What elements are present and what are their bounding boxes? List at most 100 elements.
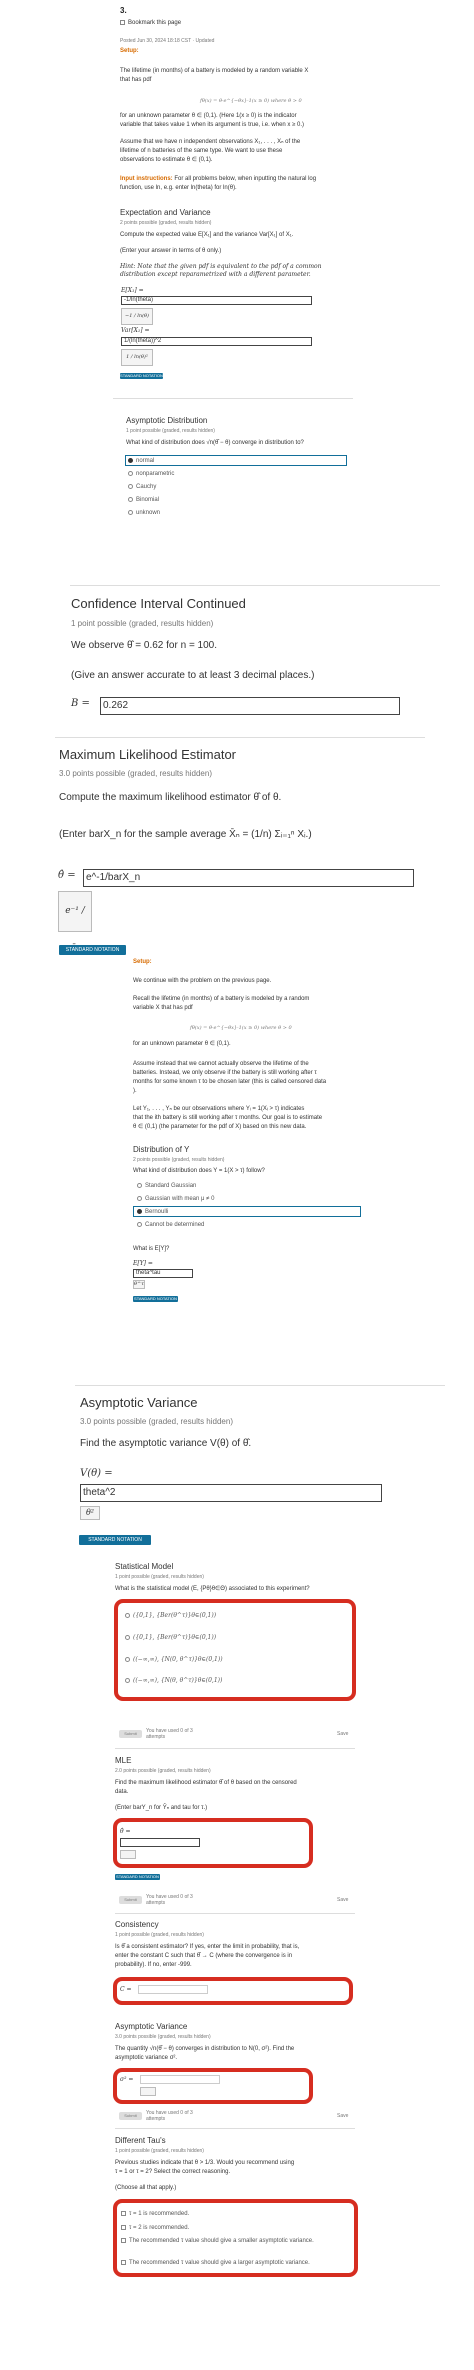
setup-label: Setup: <box>120 48 139 54</box>
ex-input[interactable]: -1/ln(theta) <box>121 296 312 305</box>
radio-option[interactable]: Cannot be determined <box>137 1221 204 1229</box>
paragraph: observations to estimate θ ∈ (0,1). <box>120 157 213 163</box>
radio-option[interactable]: normal <box>128 457 154 465</box>
points-text: 1 point possible (graded, results hidden… <box>71 619 214 628</box>
points-text: 2.0 points possible (graded, results hid… <box>115 1768 211 1774</box>
radio-option[interactable]: Standard Gaussian <box>137 1182 196 1190</box>
standard-notation-button[interactable]: STANDARD NOTATION <box>115 1874 160 1880</box>
mle-label: θ̂ = <box>120 1828 131 1835</box>
b-label: B = <box>71 698 90 709</box>
var-input[interactable]: 1/(ln(theta))^2 <box>121 337 312 346</box>
paragraph: Assume that we have n independent observ… <box>120 139 301 145</box>
standard-notation-button[interactable]: STANDARD NOTATION <box>79 1535 151 1545</box>
section-title: Asymptotic Distribution <box>126 416 208 425</box>
standard-notation-button[interactable]: STANDARD NOTATION <box>59 945 126 955</box>
hint: distribution except reparametrized with … <box>120 271 311 278</box>
question: asymptotic variance σ². <box>115 2055 178 2061</box>
radio-option[interactable]: Cauchy <box>128 483 156 491</box>
section-title: Maximum Likelihood Estimator <box>59 747 237 762</box>
bookmark-icon <box>120 19 125 25</box>
paragraph: function, use ln, e.g. enter ln(theta) f… <box>120 185 237 191</box>
radio-option[interactable]: nonparametric <box>128 470 174 478</box>
v-theta-input[interactable]: theta^2 <box>80 1484 382 1502</box>
note: (Enter your answer in terms of θ only.) <box>120 248 222 254</box>
ey-input[interactable]: theta^tau <box>133 1269 193 1278</box>
points-text: 1 point possible (graded, results hidden… <box>115 2148 204 2154</box>
radio-icon <box>137 1195 142 1201</box>
submit-button[interactable]: Submit <box>119 2112 142 2120</box>
question: enter the constant C such that θ̂ → C (w… <box>115 1953 293 1959</box>
radio-icon <box>128 457 133 463</box>
standard-notation-button[interactable]: STANDARD NOTATION <box>133 1296 178 1302</box>
sigma-input[interactable] <box>140 2075 220 2084</box>
checkbox-icon <box>121 2259 126 2265</box>
ex-preview: −1 / ln(θ) <box>121 308 153 325</box>
save-button[interactable]: Save <box>337 2113 348 2119</box>
paragraph: Assume instead that we cannot actually o… <box>133 1061 309 1067</box>
question: Previous studies indicate that θ > 1/3. … <box>115 2160 295 2166</box>
radio-icon <box>128 483 133 489</box>
radio-option[interactable]: Bernoulli <box>137 1208 168 1216</box>
paragraph: θ ∈ (0,1) (the parameter for the pdf of … <box>133 1124 307 1130</box>
points-text: 2 points possible (graded, results hidde… <box>133 1157 225 1163</box>
submit-button[interactable]: Submit <box>119 1896 142 1904</box>
bookmark-link[interactable]: Bookmark this page <box>120 19 181 27</box>
section-separator <box>115 2128 355 2129</box>
checkbox-icon <box>121 2210 126 2216</box>
save-button[interactable]: Save <box>337 1731 348 1737</box>
checkbox-option[interactable]: τ = 1 is recommended. <box>121 2210 189 2218</box>
radio-option[interactable]: ((−∞,∞), {N(0, θ^τ)}θ∈(0,1)) <box>125 1656 223 1664</box>
setup-label: Setup: <box>133 959 152 965</box>
checkbox-icon <box>121 2224 126 2230</box>
checkbox-option[interactable]: The recommended τ value should give a la… <box>121 2259 346 2267</box>
question: Find the maximum likelihood estimator θ̂… <box>115 1780 297 1786</box>
c-input[interactable] <box>138 1985 208 1994</box>
paragraph: The lifetime (in months) of a battery is… <box>120 68 309 74</box>
radio-icon <box>125 1678 130 1683</box>
question: What kind of distribution does Y = 1(X >… <box>133 1168 265 1174</box>
section-separator <box>55 737 425 738</box>
question: Compute the expected value E[X₁] and the… <box>120 232 294 238</box>
radio-option[interactable]: unknown <box>128 509 160 517</box>
instruction: (Give an answer accurate to at least 3 d… <box>71 670 315 681</box>
paragraph: Recall the lifetime (in months) of a bat… <box>133 996 310 1002</box>
theta-label: θ̂ = <box>58 870 76 881</box>
standard-notation-button[interactable]: STANDARD NOTATION <box>120 373 163 379</box>
radio-option[interactable]: Gaussian with mean μ ≠ 0 <box>137 1195 214 1203</box>
v-theta-preview: θ² <box>80 1506 100 1520</box>
radio-icon <box>128 496 133 502</box>
question: Is θ̂ a consistent estimator? If yes, en… <box>115 1944 300 1950</box>
instruction: (Choose all that apply.) <box>115 2185 177 2191</box>
radio-option[interactable]: ({0,1}, {Ber(θ^τ)}θ∈(0,1)) <box>125 1612 216 1620</box>
radio-option[interactable]: ({0,1}, {Ber(θ^τ)}θ∈(0,1)) <box>125 1634 216 1642</box>
c-label: C = <box>120 1986 132 1993</box>
b-input[interactable]: 0.262 <box>100 697 400 715</box>
instruction: (Enter barX_n for the sample average X̄ₙ… <box>59 829 312 840</box>
attempts-text: You have used 0 of 3 attempts <box>146 1894 193 1906</box>
v-label: V(θ) = <box>80 1468 113 1479</box>
save-button[interactable]: Save <box>337 1897 348 1903</box>
radio-icon <box>137 1221 142 1227</box>
option-normal-selected-box <box>125 455 347 466</box>
submit-button[interactable]: Submit <box>119 1730 142 1738</box>
checkbox-option[interactable]: The recommended τ value should give a sm… <box>121 2237 341 2245</box>
checkbox-option[interactable]: τ = 2 is recommended. <box>121 2224 189 2232</box>
question: probability). If no, enter -999. <box>115 1962 192 1968</box>
section-separator <box>113 398 353 399</box>
section-separator <box>115 1748 355 1749</box>
theta-hat-preview: e⁻¹ / X̄ₙ <box>58 891 92 955</box>
section-title: Distribution of Y <box>133 1145 190 1154</box>
var-preview: 1 / ln(θ)² <box>121 349 153 366</box>
radio-icon <box>125 1613 130 1618</box>
input-instructions: Input instructions: For all problems bel… <box>120 176 317 182</box>
paragraph: We continue with the problem on the prev… <box>133 978 272 984</box>
checkbox-icon <box>121 2237 126 2243</box>
theta-hat-input[interactable]: e^-1/barX_n <box>83 869 414 887</box>
attempts-text: You have used 0 of 3 attempts <box>146 2110 193 2122</box>
pdf-formula: fθ(x) = θ·e^{−θx}·1(x ≥ 0) where θ > 0 <box>190 1025 292 1031</box>
radio-option[interactable]: ((−∞,∞), {N(θ, θ^τ)}θ∈(0,1)) <box>125 1677 222 1685</box>
radio-option[interactable]: Binomial <box>128 496 159 504</box>
question: What is the statistical model (E, {Pθ}θ∈… <box>115 1586 310 1592</box>
ey-preview: θ^τ <box>133 1280 145 1289</box>
mle-input[interactable] <box>120 1838 200 1847</box>
